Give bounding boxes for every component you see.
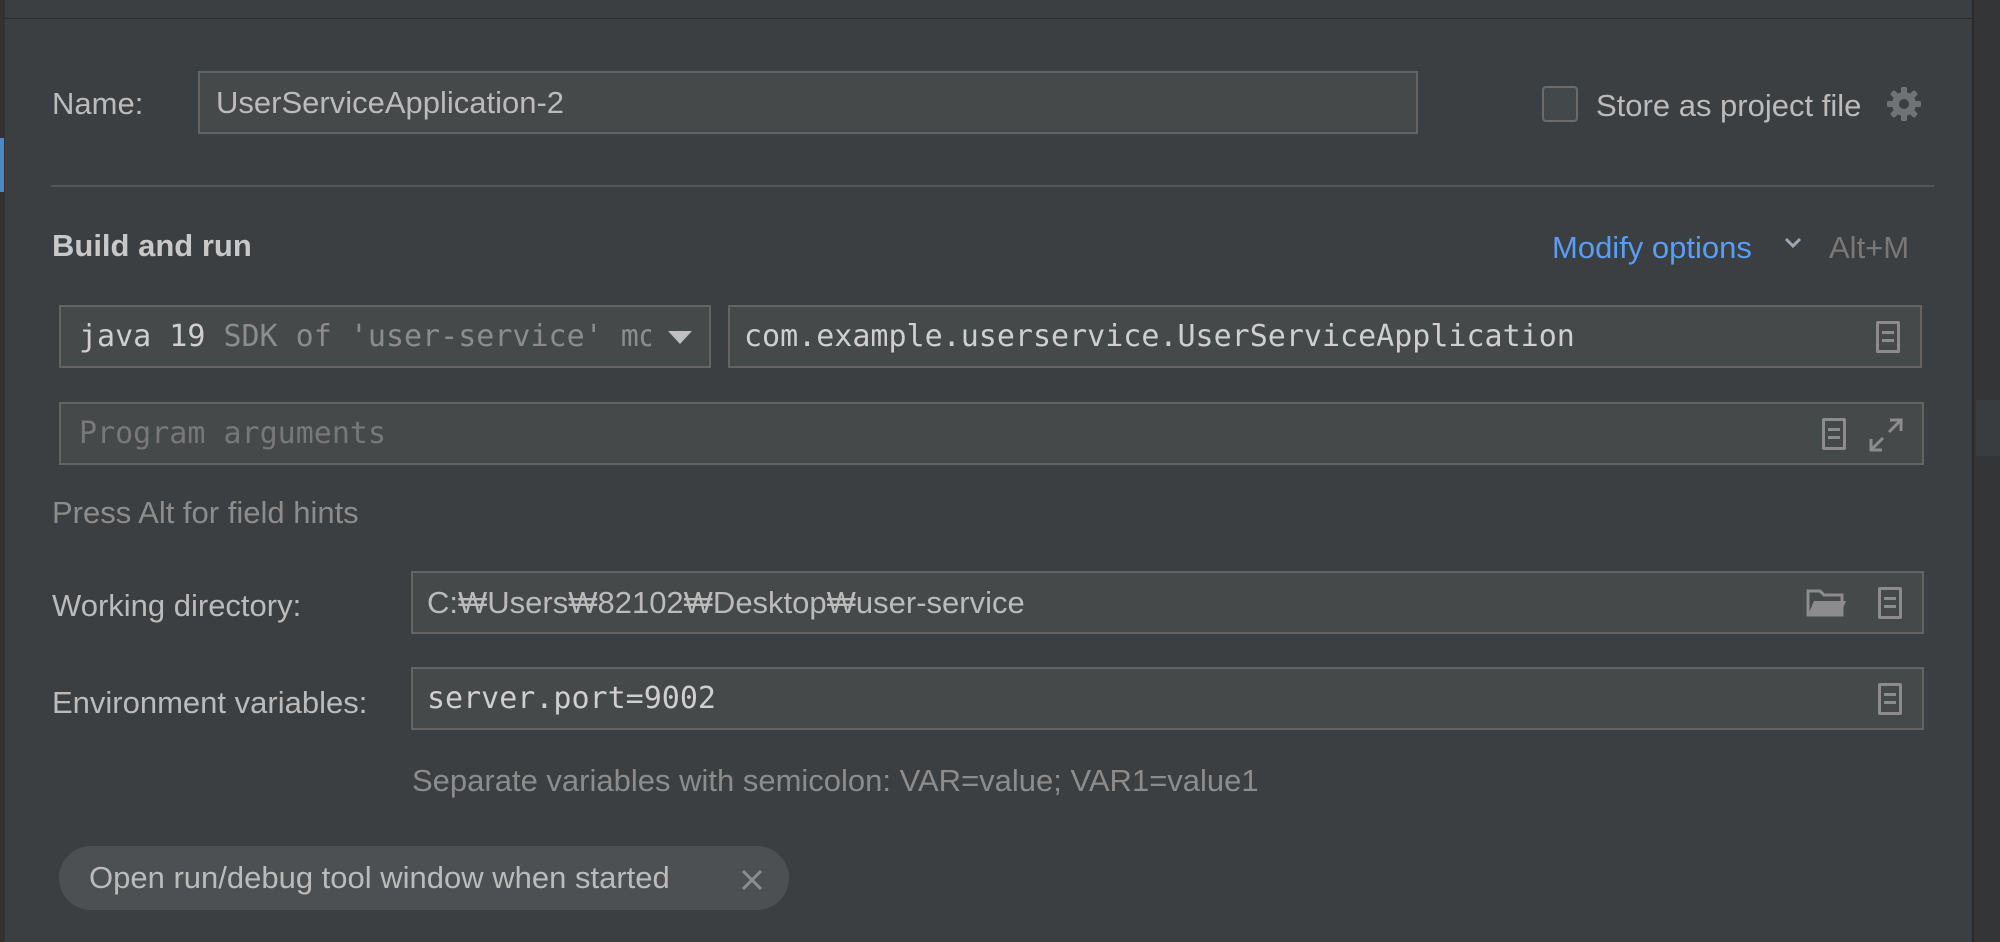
folder-icon[interactable] [1806,587,1846,619]
expand-icon[interactable] [1868,417,1904,453]
document-icon[interactable] [1876,321,1900,353]
main-class-input[interactable]: com.example.userservice.UserServiceAppli… [728,305,1922,368]
open-tool-window-option-tag[interactable]: Open run/debug tool window when started [59,846,789,910]
name-value: UserServiceApplication-2 [216,84,565,120]
jdk-version: java 19 [79,319,206,354]
program-arguments-placeholder: Program arguments [79,416,387,451]
environment-variables-input[interactable]: server.port=9002 [411,667,1924,730]
document-icon[interactable] [1878,587,1902,619]
name-input[interactable]: UserServiceApplication-2 [198,71,1418,134]
environment-variables-value: server.port=9002 [427,681,716,716]
scrollbar-track[interactable] [1972,0,2000,942]
store-as-project-file-checkbox[interactable] [1542,86,1578,122]
working-directory-value: C:₩Users₩82102₩Desktop₩user-service [427,584,1025,620]
scrollbar-thumb[interactable] [1976,400,2000,456]
selected-config-indicator [0,138,4,192]
store-as-project-file-label[interactable]: Store as project file [1596,88,1861,124]
working-directory-label: Working directory: [52,588,302,623]
main-class-value: com.example.userservice.UserServiceAppli… [744,319,1575,354]
document-icon[interactable] [1878,683,1902,715]
name-label: Name: [52,86,144,121]
chevron-down-icon[interactable] [1782,232,1804,254]
document-icon[interactable] [1822,418,1846,450]
jdk-select[interactable]: java 19 SDK of 'user-service' mo [59,305,711,368]
field-hints-text: Press Alt for field hints [52,495,359,530]
jdk-hint: SDK of 'user-service' mo [223,319,657,354]
modify-options-link[interactable]: Modify options [1552,230,1752,266]
program-arguments-input[interactable]: Program arguments [59,402,1924,465]
build-and-run-heading: Build and run [52,228,252,263]
working-directory-input[interactable]: C:₩Users₩82102₩Desktop₩user-service [411,571,1924,634]
option-tag-label: Open run/debug tool window when started [89,860,670,895]
close-icon[interactable] [739,865,765,891]
environment-variables-hint: Separate variables with semicolon: VAR=v… [412,763,1259,798]
gear-icon[interactable] [1886,86,1922,122]
environment-variables-label: Environment variables: [52,685,368,720]
dropdown-arrow-icon[interactable] [651,307,709,366]
top-divider [5,18,1972,19]
section-separator [51,185,1934,187]
modify-options-shortcut: Alt+M [1829,230,1910,265]
